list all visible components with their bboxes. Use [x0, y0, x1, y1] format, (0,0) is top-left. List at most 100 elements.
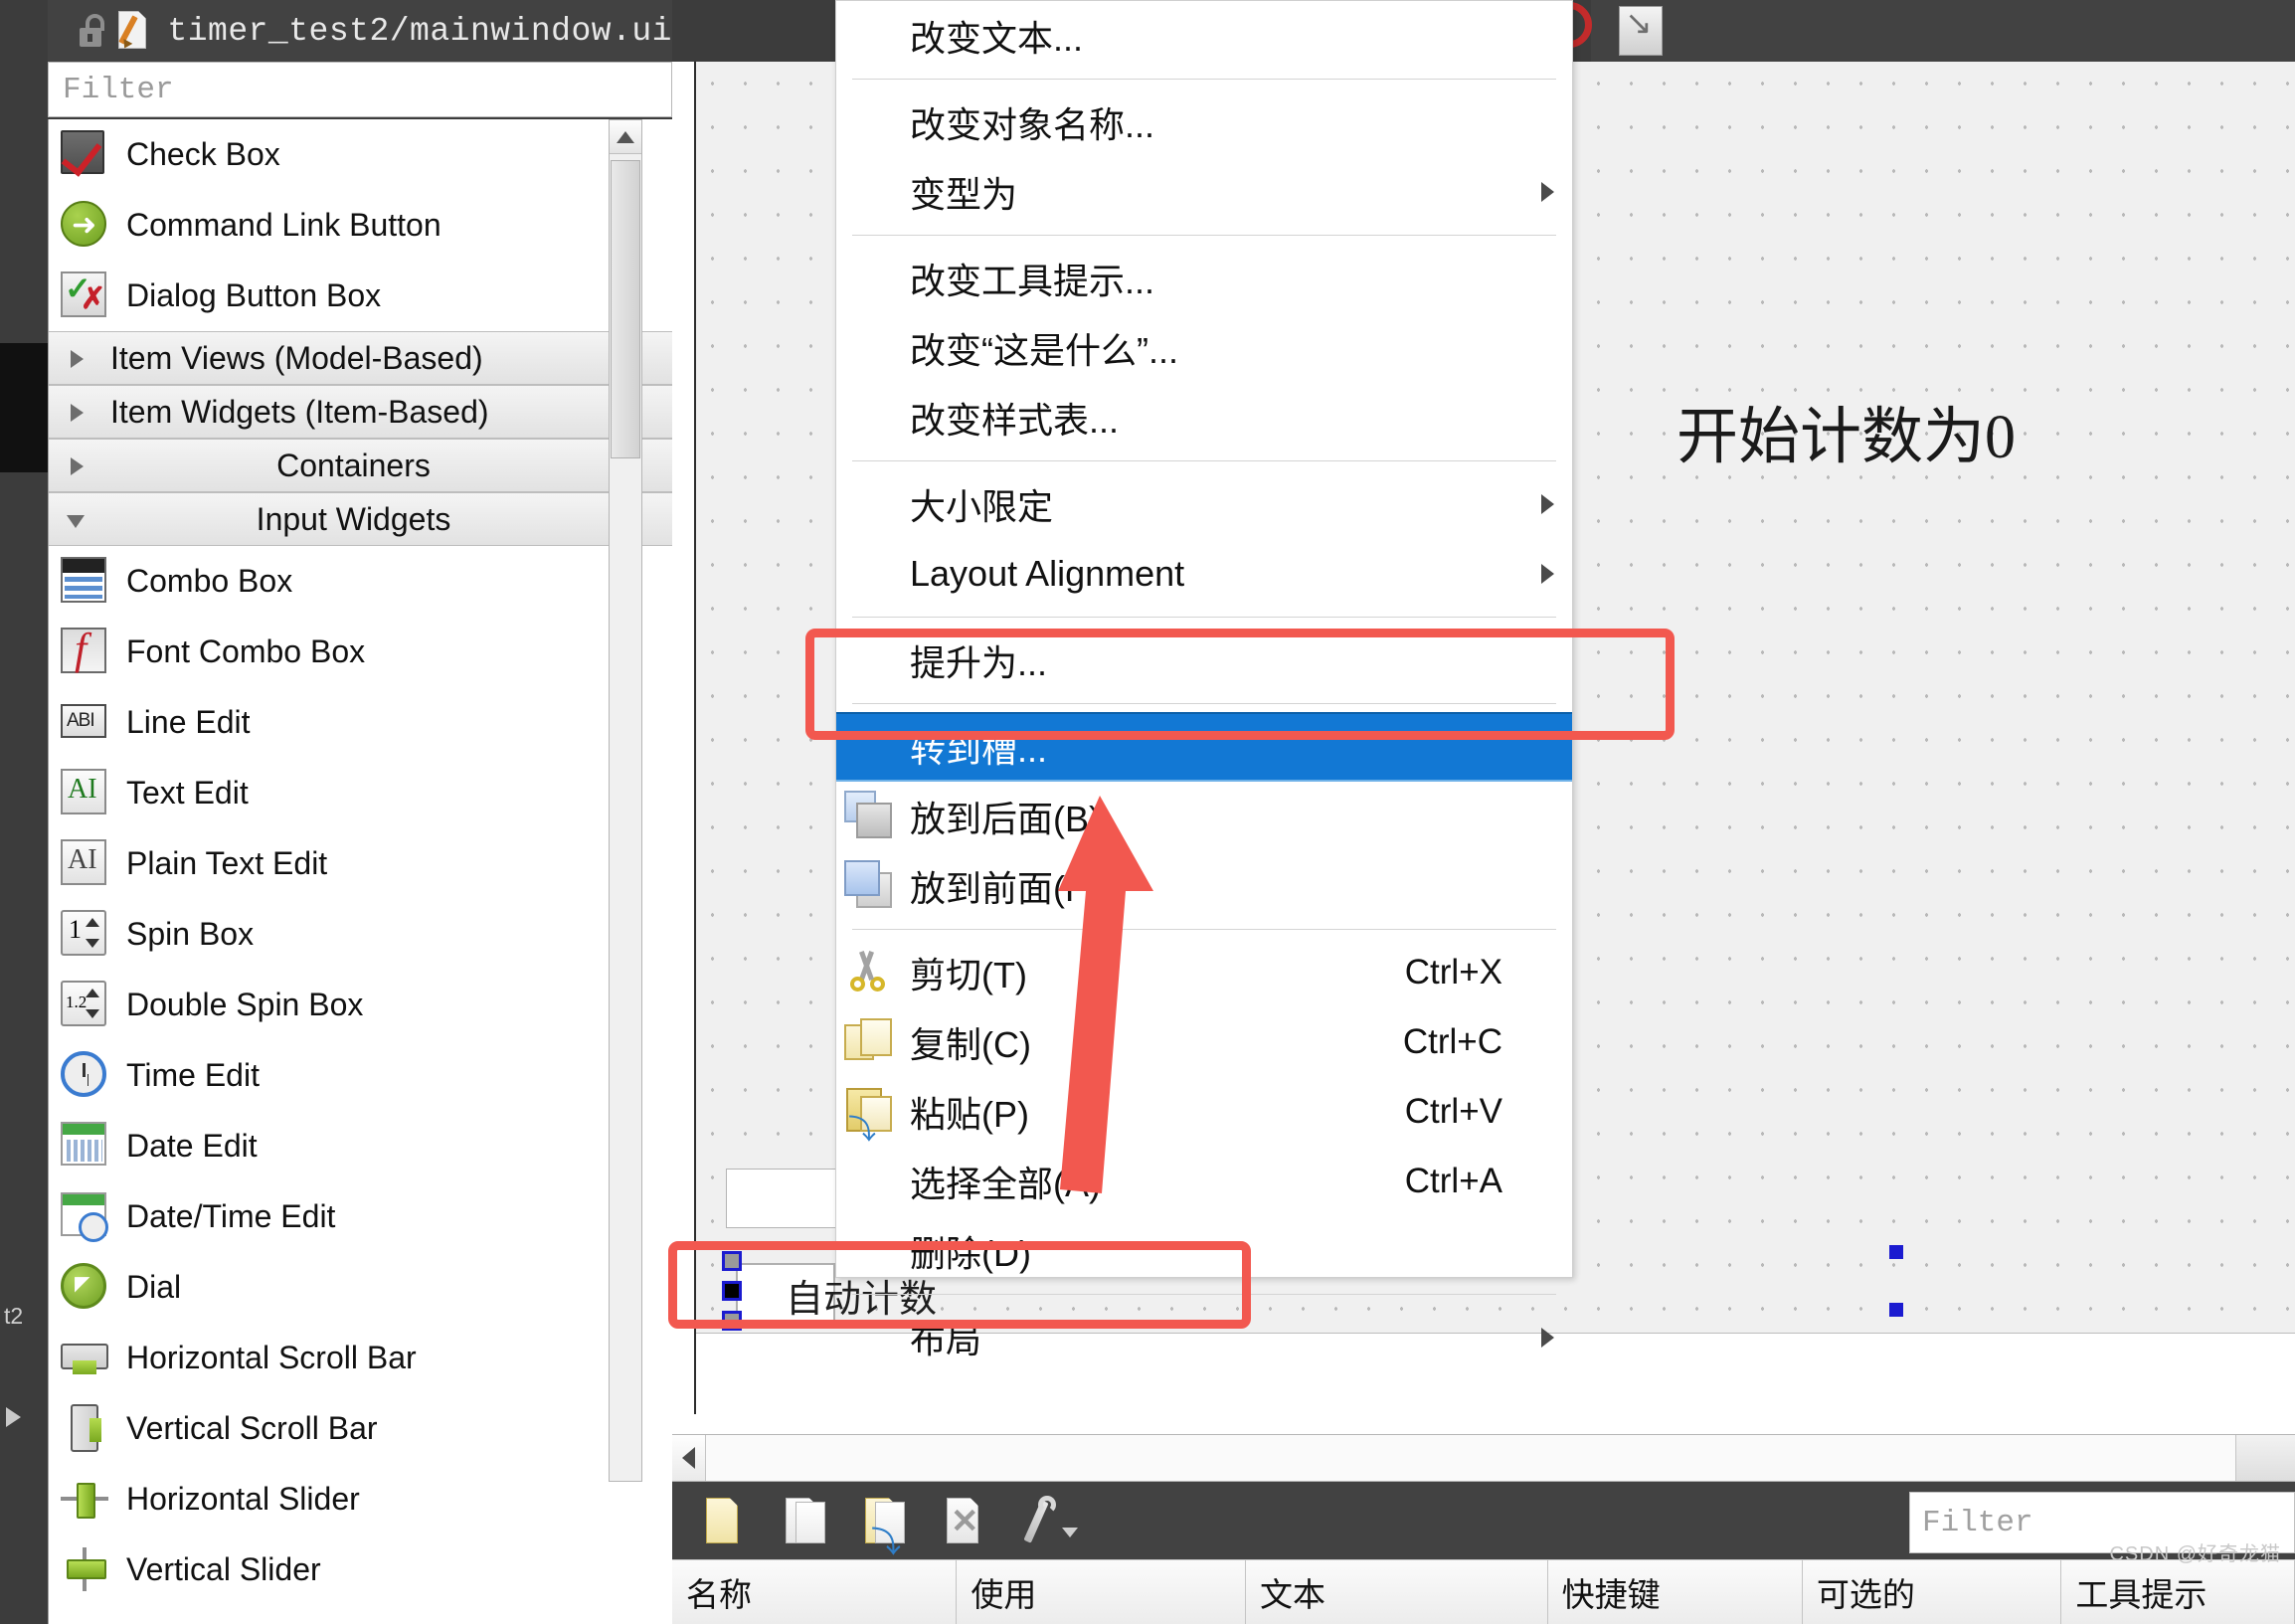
widget-item-date-time-edit[interactable]: Date/Time Edit — [49, 1181, 672, 1252]
menu-item-10[interactable]: Layout Alignment — [836, 539, 1572, 609]
chevron-right-icon — [1541, 182, 1554, 202]
double-spin-box-icon — [61, 980, 110, 1030]
selection-handle-middle-left[interactable] — [722, 1281, 742, 1301]
menu-item-22[interactable]: 删除(D) — [836, 1216, 1572, 1286]
time-edit-icon — [61, 1050, 110, 1101]
widget-item-line-edit[interactable]: Line Edit — [49, 687, 672, 758]
delete-action-icon[interactable]: ✕ — [943, 1496, 990, 1549]
table-column-header[interactable]: 使用 — [957, 1560, 1247, 1624]
table-column-header[interactable]: 可选的 — [1803, 1560, 2062, 1624]
left-rail-tab-label: t2 — [4, 1303, 24, 1329]
table-column-header[interactable]: 文本 — [1246, 1560, 1548, 1624]
paste-icon: ⤵ — [836, 1082, 898, 1145]
checkbox-icon — [61, 129, 110, 180]
menu-item-label: 改变文本... — [910, 18, 1084, 59]
widget-item-vertical-slider[interactable]: Vertical Slider — [49, 1534, 672, 1605]
widget-filter-input[interactable]: Filter — [48, 62, 672, 117]
vertical-scroll-bar-icon — [61, 1403, 110, 1454]
scrollbar-thumb[interactable] — [611, 160, 640, 458]
menu-item-9[interactable]: 大小限定 — [836, 469, 1572, 539]
horizontal-scroll-bar-icon — [61, 1334, 110, 1383]
widget-item-font-combo-box[interactable]: Font Combo Box — [49, 617, 672, 687]
copy-icon — [836, 1012, 898, 1072]
menu-item-3[interactable]: 变型为 — [836, 157, 1572, 227]
menu-item-label: 变型为 — [910, 174, 1018, 215]
font-combo-box-icon — [61, 624, 110, 677]
table-column-header[interactable]: 快捷键 — [1548, 1560, 1803, 1624]
chevron-right-icon — [1541, 1328, 1554, 1348]
selection-handle-bottom-left[interactable] — [722, 1311, 742, 1331]
widget-group-label: Item Views (Model-Based) — [110, 339, 483, 376]
widget-item-spin-box[interactable]: Spin Box — [49, 899, 672, 970]
scroll-up-icon[interactable] — [610, 120, 641, 154]
widget-item-double-spin-box[interactable]: Double Spin Box — [49, 970, 672, 1040]
menu-separator — [852, 1294, 1556, 1295]
menu-item-14[interactable]: 转到槽... — [836, 712, 1572, 782]
resize-arrow-icon[interactable] — [1619, 3, 1663, 56]
menu-item-16[interactable]: 放到前面(F) — [836, 851, 1572, 921]
selection-handle-top-left[interactable] — [722, 1251, 742, 1271]
menu-item-20[interactable]: ⤵ 粘贴(P) Ctrl+V — [836, 1077, 1572, 1147]
widget-item-vertical-scroll-bar[interactable]: Vertical Scroll Bar — [49, 1393, 672, 1464]
widget-item-label: Date Edit — [126, 1128, 258, 1164]
command-link-icon — [61, 200, 110, 251]
table-column-header[interactable]: 名称 — [672, 1560, 958, 1624]
chevron-right-icon[interactable] — [6, 1407, 21, 1427]
menu-item-19[interactable]: 复制(C) Ctrl+C — [836, 1007, 1572, 1077]
menu-item-21[interactable]: 选择全部(A) Ctrl+A — [836, 1147, 1572, 1216]
widget-item-label: Vertical Slider — [126, 1551, 321, 1587]
menu-item-24[interactable]: 布局 — [836, 1303, 1572, 1372]
edit-action-icon[interactable] — [1022, 1496, 1078, 1549]
widget-item-label: Horizontal Scroll Bar — [126, 1340, 417, 1375]
copy-action-icon[interactable] — [782, 1496, 829, 1549]
new-action-icon[interactable] — [702, 1496, 750, 1549]
widget-item-command-link-button[interactable]: Command Link Button — [49, 190, 672, 261]
widget-item-check-box[interactable]: Check Box — [49, 119, 672, 190]
menu-item-label: 改变工具提示... — [910, 261, 1155, 301]
menu-item-6[interactable]: 改变“这是什么”... — [836, 313, 1572, 383]
widget-item-date-edit[interactable]: Date Edit — [49, 1111, 672, 1181]
widget-item-horizontal-slider[interactable]: Horizontal Slider — [49, 1464, 672, 1534]
menu-item-15[interactable]: 放到后面(B) — [836, 782, 1572, 851]
paste-action-icon[interactable]: ⤵ — [861, 1496, 909, 1559]
left-rail-tab[interactable]: t2 — [0, 1283, 48, 1392]
widget-item-label: Vertical Scroll Bar — [126, 1410, 378, 1446]
menu-item-0[interactable]: 改变文本... — [836, 1, 1572, 71]
action-editor-table-header: 名称 使用 文本 快捷键 可选的 工具提示 — [672, 1559, 2295, 1624]
widget-item-dial[interactable]: Dial — [49, 1252, 672, 1323]
widget-group-4[interactable]: Item Widgets (Item-Based) — [49, 385, 672, 439]
widget-item-dialog-button-box[interactable]: Dialog Button Box — [49, 261, 672, 331]
selection-handle-bottom-right[interactable] — [1889, 1303, 1903, 1317]
widget-item-horizontal-scroll-bar[interactable]: Horizontal Scroll Bar — [49, 1323, 672, 1393]
widget-item-plain-text-edit[interactable]: Plain Text Edit — [49, 828, 672, 899]
spin-box-icon — [61, 909, 110, 960]
selection-handle-top-right[interactable] — [1889, 1245, 1903, 1259]
widget-item-text-edit[interactable]: Text Edit — [49, 758, 672, 828]
menu-item-2[interactable]: 改变对象名称... — [836, 88, 1572, 157]
lock-open-icon[interactable] — [76, 14, 104, 48]
widget-group-6[interactable]: Input Widgets — [49, 492, 672, 546]
context-menu[interactable]: 改变文本... 改变对象名称... 变型为改变工具提示... 改变“这是什么”... 改… — [835, 0, 1573, 1360]
form-horizontal-scrollbar[interactable] — [672, 1434, 2295, 1482]
widget-box-list[interactable]: Check Box Command Link Button Dialog Butto… — [48, 119, 672, 1624]
widget-group-5[interactable]: Containers — [49, 439, 672, 492]
send-to-back-icon — [836, 787, 898, 846]
menu-item-12[interactable]: 提升为... — [836, 626, 1572, 695]
menu-item-18[interactable]: 剪切(T) Ctrl+X — [836, 938, 1572, 1007]
left-rail-active-tab[interactable] — [0, 343, 48, 472]
form-label-counter[interactable]: 开始计数为0 — [1677, 386, 2016, 475]
menu-item-5[interactable]: 改变工具提示... — [836, 244, 1572, 313]
scroll-left-icon[interactable] — [672, 1435, 706, 1481]
widget-box-scrollbar[interactable] — [609, 119, 642, 1482]
widget-item-label: Font Combo Box — [126, 633, 366, 669]
table-column-header[interactable]: 工具提示 — [2061, 1560, 2295, 1624]
widget-group-3[interactable]: Item Views (Model-Based) — [49, 331, 672, 385]
scrollbar-thumb[interactable] — [2235, 1435, 2295, 1481]
widget-item-time-edit[interactable]: Time Edit — [49, 1040, 672, 1111]
widget-item-combo-box[interactable]: Combo Box — [49, 546, 672, 617]
widget-item-label: Dial — [126, 1269, 182, 1305]
chevron-right-icon — [71, 404, 84, 422]
line-edit-icon — [61, 698, 110, 748]
dialog-button-box-icon — [61, 270, 110, 321]
menu-item-7[interactable]: 改变样式表... — [836, 383, 1572, 452]
